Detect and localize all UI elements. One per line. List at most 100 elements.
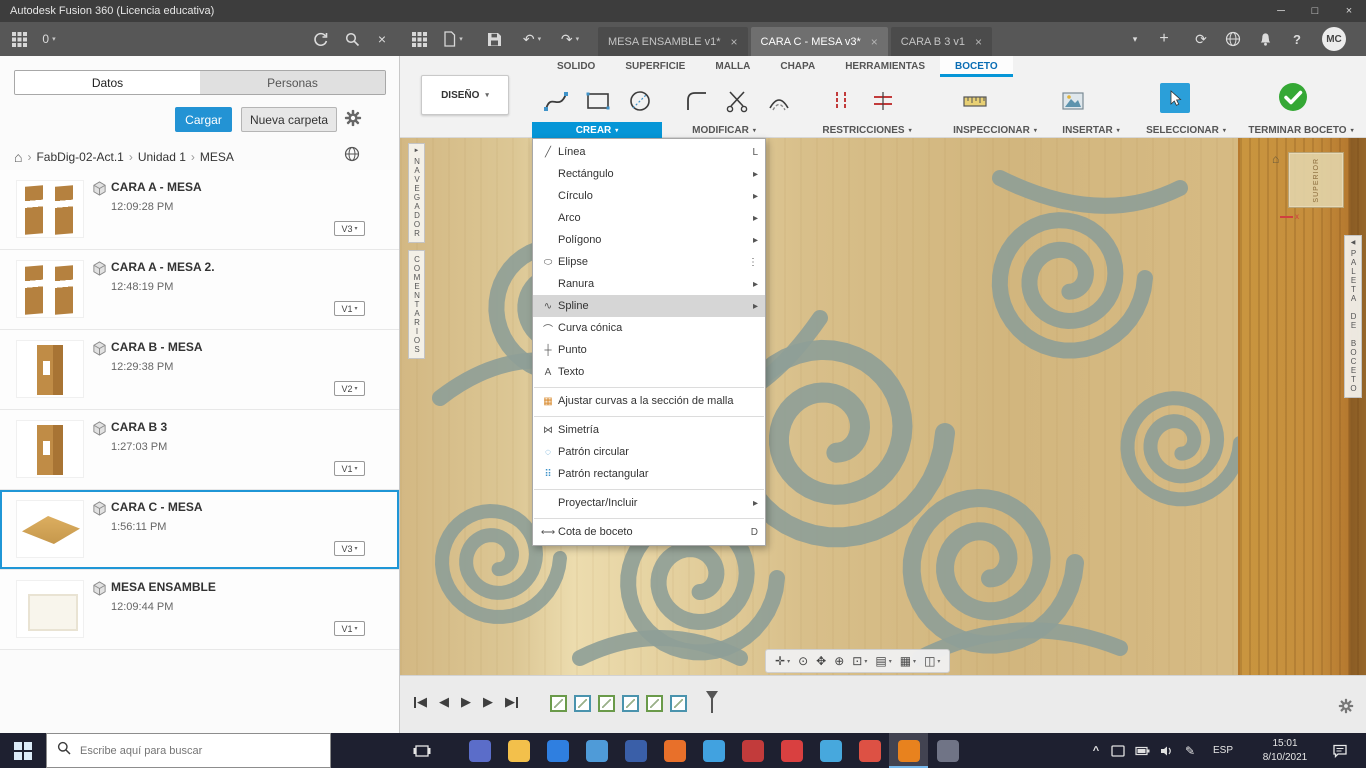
project-item[interactable]: MESA ENSAMBLE 12:09:44 PM V1 ▾ — [0, 570, 399, 650]
microsoft-teams[interactable] — [460, 733, 499, 768]
display-settings-icon[interactable]: ▤ ▾ — [872, 654, 894, 668]
apps-grid-icon[interactable] — [8, 22, 30, 56]
menu-item[interactable] — [534, 385, 764, 388]
measure-tool-icon[interactable] — [958, 84, 992, 118]
document-tab[interactable]: CARA C - MESA v3* × — [750, 27, 888, 56]
timeline-sketch-item[interactable] — [622, 695, 639, 712]
menu-item[interactable]: Rectángulo ▸ — [533, 163, 765, 185]
panel-tab[interactable]: Datos — [15, 71, 200, 94]
undo-icon[interactable]: ↶ ▾ — [516, 22, 548, 56]
viewports-icon[interactable]: ◫ ▾ — [921, 654, 943, 668]
skype[interactable] — [811, 733, 850, 768]
finish-sketch-check-icon[interactable] — [1276, 80, 1310, 119]
offset-tool-icon[interactable] — [762, 84, 796, 118]
version-badge[interactable]: V1 ▾ — [334, 301, 365, 316]
battery-tray-icon[interactable] — [1130, 733, 1154, 768]
trim-scissors-icon[interactable] — [720, 84, 754, 118]
version-badge[interactable]: V1 ▾ — [334, 621, 365, 636]
grid-settings-icon[interactable]: ▦ ▾ — [897, 654, 919, 668]
menu-item[interactable]: ◌ Patrón circular — [533, 441, 765, 463]
close-tab-icon[interactable]: × — [871, 35, 878, 49]
timeline-settings-gear-icon[interactable] — [1338, 698, 1354, 719]
menu-item[interactable]: ╱ Línea L — [533, 141, 765, 163]
breadcrumb-item[interactable]: Unidad 1 — [138, 150, 186, 164]
step-forward-button[interactable]: ▶ — [483, 694, 493, 710]
opera[interactable] — [772, 733, 811, 768]
menu-item[interactable]: ∿ Spline ▸ — [533, 295, 765, 317]
seleccionar-group-label[interactable]: SELECCIONAR ▾ — [1136, 122, 1236, 138]
timeline-sketch-item[interactable] — [646, 695, 663, 712]
start-button[interactable] — [0, 733, 46, 768]
monitor-tray-icon[interactable] — [1106, 733, 1130, 768]
timeline-sketch-item[interactable] — [598, 695, 615, 712]
microsoft-word[interactable] — [616, 733, 655, 768]
version-badge[interactable]: V3 ▾ — [334, 541, 365, 556]
zoom-window-icon[interactable]: ⊡ ▾ — [849, 654, 870, 668]
version-badge[interactable]: V2 ▾ — [334, 381, 365, 396]
close-panel-icon[interactable]: × — [370, 22, 394, 56]
menu-item[interactable]: A Texto — [533, 361, 765, 383]
inspeccionar-group-label[interactable]: INSPECCIONAR ▾ — [934, 122, 1056, 138]
internet-explorer[interactable] — [694, 733, 733, 768]
adobe-acrobat[interactable] — [733, 733, 772, 768]
view-cube[interactable]: SUPERIOR — [1288, 152, 1344, 208]
home-icon[interactable]: ⌂ — [14, 149, 22, 165]
project-item[interactable]: CARA B 3 1:27:03 PM V1 ▾ — [0, 410, 399, 490]
language-indicator[interactable]: ESP — [1206, 733, 1240, 768]
navigator-panel-tab[interactable]: ► NAVEGADOR — [408, 143, 425, 243]
account-avatar[interactable]: MC — [1318, 22, 1350, 56]
dropbox[interactable] — [538, 733, 577, 768]
view-home-icon[interactable]: ⌂ — [1272, 152, 1279, 166]
web-view-globe-icon[interactable] — [344, 146, 360, 167]
version-badge[interactable]: V3 ▾ — [334, 221, 365, 236]
zoom-icon[interactable]: ⊕ ▾ — [831, 654, 847, 668]
firefox[interactable] — [655, 733, 694, 768]
spline-tool-icon[interactable] — [539, 84, 573, 118]
tray-expand-caret[interactable]: ^ — [1086, 733, 1106, 768]
refresh-icon[interactable] — [308, 22, 332, 56]
fillet-tool-icon[interactable] — [680, 84, 714, 118]
menu-item[interactable]: ⌒ Curva cónica — [533, 317, 765, 339]
project-item[interactable]: CARA A - MESA 12:09:28 PM V3 ▾ — [0, 170, 399, 250]
task-view-icon[interactable] — [402, 733, 442, 768]
ribbon-tab[interactable]: SUPERFICIE — [610, 56, 700, 77]
menu-item[interactable]: Círculo ▸ — [533, 185, 765, 207]
modificar-group-label[interactable]: MODIFICAR ▾ — [668, 122, 780, 138]
save-icon[interactable] — [482, 22, 506, 56]
menu-item[interactable]: Proyectar/Incluir ▸ — [533, 492, 765, 514]
ribbon-tab[interactable]: BOCETO — [940, 56, 1013, 77]
volume-tray-icon[interactable] — [1154, 733, 1178, 768]
timeline-sketch-item[interactable] — [574, 695, 591, 712]
close-tab-icon[interactable]: × — [731, 35, 738, 49]
maximize-button[interactable]: □ — [1298, 0, 1332, 22]
google-chrome[interactable] — [850, 733, 889, 768]
file-menu-icon[interactable]: ▾ — [438, 22, 468, 56]
close-button[interactable]: × — [1332, 0, 1366, 22]
sketch-palette-tab[interactable]: ◀ PALETA DE BOCETO — [1344, 235, 1362, 398]
crear-group-label[interactable]: CREAR ▾ — [532, 122, 662, 138]
vertical-constraint-icon[interactable] — [824, 84, 858, 118]
project-item[interactable]: CARA C - MESA 1:56:11 PM V3 ▾ — [0, 490, 399, 570]
job-sync-icon[interactable]: ⟳ — [1188, 22, 1214, 56]
go-to-end-button[interactable]: ▶ — [505, 694, 518, 710]
orbit-icon[interactable]: ⊙ ▾ — [795, 654, 811, 668]
timeline-position-marker[interactable] — [704, 691, 718, 715]
new-tab-button[interactable]: + — [1152, 22, 1176, 56]
document-tab[interactable]: CARA B 3 v1 × — [890, 27, 993, 56]
menu-item[interactable] — [534, 414, 764, 417]
pen-tray-icon[interactable]: ✎ — [1180, 733, 1200, 768]
clock[interactable]: 15:01 8/10/2021 — [1248, 733, 1322, 768]
fit-view-icon[interactable]: ✛ ▾ — [772, 654, 793, 668]
insertar-group-label[interactable]: INSERTAR ▾ — [1052, 122, 1130, 138]
ribbon-tab[interactable]: HERRAMIENTAS — [830, 56, 940, 77]
circle-tool-icon[interactable] — [623, 84, 657, 118]
search-icon[interactable] — [340, 22, 364, 56]
menu-item[interactable]: Ranura ▸ — [533, 273, 765, 295]
breadcrumb-item[interactable]: FabDig-02-Act.1 — [36, 150, 123, 164]
ribbon-tab[interactable]: MALLA — [700, 56, 765, 77]
new-folder-button[interactable]: Nueva carpeta — [241, 107, 337, 132]
minimize-button[interactable]: ─ — [1264, 0, 1298, 22]
panel-tab[interactable]: Personas — [200, 71, 385, 94]
finish-sketch-button[interactable]: TERMINAR BOCETO ▾ — [1240, 122, 1362, 138]
rectangle-tool-icon[interactable] — [581, 84, 615, 118]
